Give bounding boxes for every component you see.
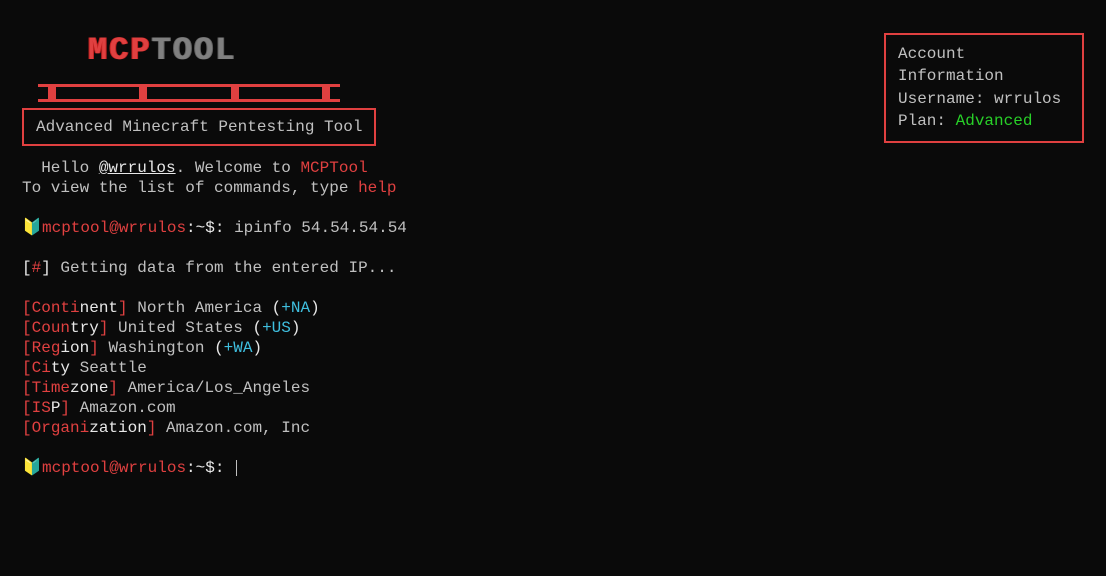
country-row: [Country] United States (+US): [22, 318, 407, 338]
continent-row: [Continent] North America (+NA): [22, 298, 407, 318]
org-row: [Organization] Amazon.com, Inc: [22, 418, 407, 438]
logo-part-tool: TOOL: [152, 32, 237, 69]
status-hash: #: [32, 259, 42, 277]
isp-row: [ISP] Amazon.com: [22, 398, 407, 418]
logo-divider: [38, 84, 340, 102]
continent-code: +NA: [281, 299, 310, 317]
prompt-icon: 🔰: [22, 218, 42, 238]
help-command: help: [358, 179, 396, 197]
city-row: [City Seattle: [22, 358, 407, 378]
username-value: wrrulos: [994, 90, 1061, 108]
subtitle-box: Advanced Minecraft Pentesting Tool: [22, 108, 376, 146]
status-line: [#] Getting data from the entered IP...: [22, 258, 407, 278]
prompt-host: wrrulos: [119, 219, 186, 237]
tool-name: MCPTool: [300, 159, 367, 177]
prompt-host: wrrulos: [119, 459, 186, 477]
prompt-line-ready[interactable]: 🔰mcptool@wrrulos:~$:: [22, 458, 407, 478]
timezone-row: [Timezone] America/Los_Angeles: [22, 378, 407, 398]
prompt-user: mcptool: [42, 219, 109, 237]
terminal-output: Hello @wrrulos. Welcome to MCPTool To vi…: [22, 158, 407, 478]
user-handle: @wrrulos: [99, 159, 176, 177]
region-row: [Region] Washington (+WA): [22, 338, 407, 358]
prompt-icon: 🔰: [22, 458, 42, 478]
cursor-icon: [236, 460, 237, 476]
plan-value: Advanced: [956, 112, 1033, 130]
country-code: +US: [262, 319, 291, 337]
command-input[interactable]: ipinfo 54.54.54.54: [234, 219, 407, 237]
logo-part-mcp: MCP: [88, 32, 152, 69]
welcome-line1: Hello @wrrulos. Welcome to MCPTool: [22, 158, 407, 178]
plan-label: Plan:: [898, 112, 946, 130]
prompt-user: mcptool: [42, 459, 109, 477]
welcome-line2: To view the list of commands, type help: [22, 178, 407, 198]
subtitle-text: Advanced Minecraft Pentesting Tool: [36, 118, 362, 136]
username-label: Username:: [898, 90, 984, 108]
app-logo: MCPTOOL: [88, 32, 236, 69]
account-header: Account Information: [898, 43, 1070, 88]
prompt-line: 🔰mcptool@wrrulos:~$: ipinfo 54.54.54.54: [22, 218, 407, 238]
account-info-box: Account Information Username: wrrulos Pl…: [884, 33, 1084, 143]
region-code: +WA: [224, 339, 253, 357]
